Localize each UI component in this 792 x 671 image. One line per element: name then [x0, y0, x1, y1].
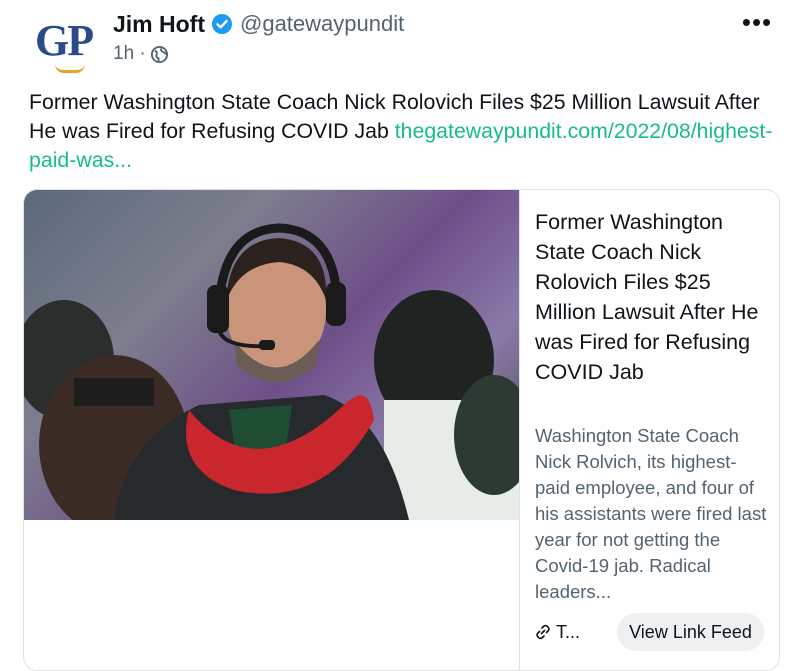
- avatar-logo-text: GP: [35, 16, 94, 65]
- card-source-label: T...: [556, 622, 581, 642]
- card-title[interactable]: Former Washington State Coach Nick Rolov…: [535, 207, 760, 387]
- view-link-feed-button[interactable]: View Link Feed: [617, 613, 764, 651]
- verified-badge-icon: [211, 13, 233, 35]
- globe-icon: [150, 45, 169, 64]
- more-options-icon[interactable]: •••: [737, 8, 777, 38]
- card-source[interactable]: T...: [534, 620, 580, 644]
- avatar[interactable]: GP: [31, 14, 97, 73]
- post-text: Former Washington State Coach Nick Rolov…: [29, 88, 779, 175]
- author-handle[interactable]: @gatewaypundit: [240, 10, 404, 38]
- post: GP Jim Hoft @gatewaypundit 1h · ••• Form…: [0, 0, 792, 671]
- post-time[interactable]: 1h: [113, 43, 134, 64]
- link-preview-card[interactable]: Former Washington State Coach Nick Rolov…: [23, 189, 780, 671]
- author-name[interactable]: Jim Hoft: [113, 10, 205, 38]
- link-icon: [534, 623, 552, 641]
- avatar-swoosh: [55, 64, 85, 73]
- card-divider: [519, 190, 520, 670]
- meta-separator: ·: [139, 43, 146, 64]
- card-description: Washington State Coach Nick Rolvich, its…: [535, 425, 767, 602]
- post-meta: 1h ·: [113, 42, 146, 66]
- card-image[interactable]: [24, 190, 519, 520]
